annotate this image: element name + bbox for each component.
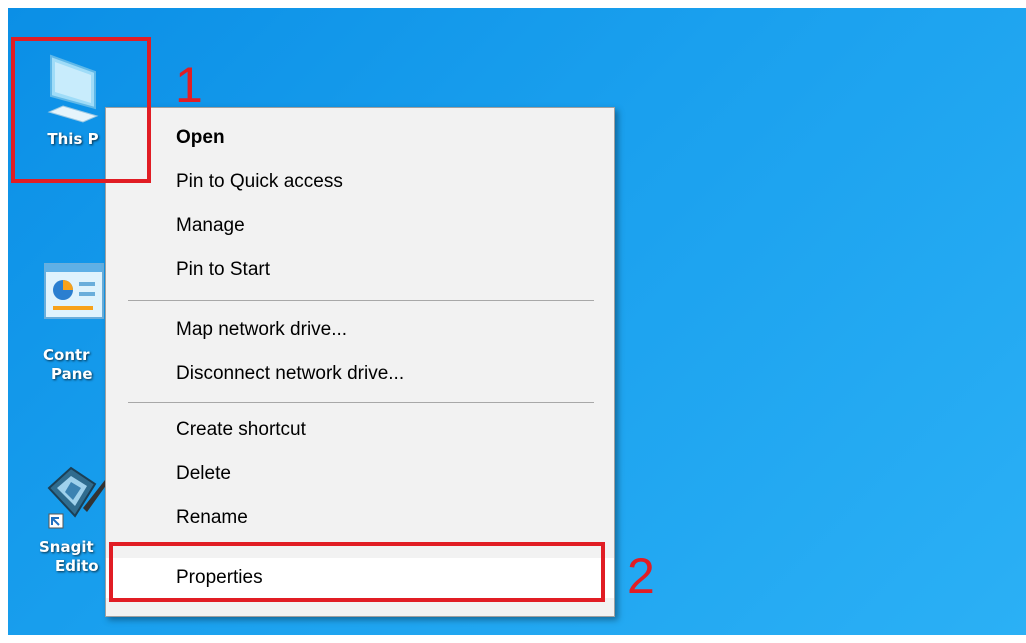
annotation-box-this-pc	[11, 37, 151, 183]
annotation-number-1: 1	[175, 57, 203, 113]
menu-item-pin-quick-access[interactable]: Pin to Quick access	[106, 162, 614, 202]
control-panel-icon	[44, 263, 104, 319]
menu-item-delete[interactable]: Delete	[106, 454, 614, 494]
menu-item-disconnect-network-drive[interactable]: Disconnect network drive...	[106, 354, 614, 394]
menu-item-create-shortcut[interactable]: Create shortcut	[106, 410, 614, 450]
menu-item-map-network-drive[interactable]: Map network drive...	[106, 310, 614, 350]
annotation-box-properties	[109, 542, 605, 602]
menu-separator	[128, 300, 594, 301]
menu-item-manage[interactable]: Manage	[106, 206, 614, 246]
menu-item-pin-start[interactable]: Pin to Start	[106, 250, 614, 290]
snagit-icon	[47, 466, 107, 529]
menu-item-rename[interactable]: Rename	[106, 498, 614, 538]
context-menu: Open Pin to Quick access Manage Pin to S…	[105, 107, 615, 617]
menu-item-open[interactable]: Open	[106, 118, 614, 158]
desktop: This P Contr Pane Snagit Edito Open Pin …	[8, 8, 1026, 635]
menu-separator	[128, 402, 594, 403]
annotation-number-2: 2	[627, 548, 655, 604]
